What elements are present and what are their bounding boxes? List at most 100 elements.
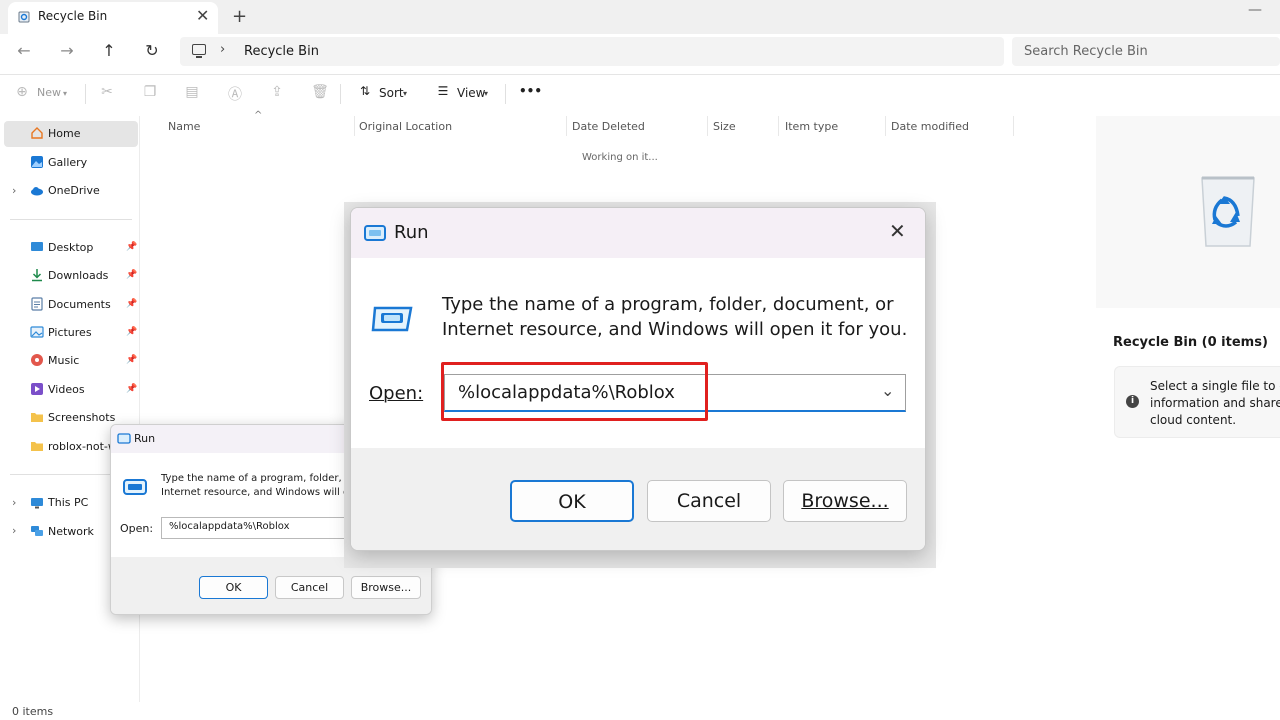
sidebar-item-label: This PC	[48, 496, 89, 509]
recycle-bin-large-icon	[1201, 176, 1255, 247]
toolbar-divider	[505, 84, 506, 104]
toolbar-divider	[85, 84, 86, 104]
new-button[interactable]: New	[37, 86, 61, 99]
home-icon	[31, 127, 43, 139]
highlight-box	[441, 362, 708, 421]
more-options-button[interactable]: •••	[519, 84, 542, 98]
sidebar-item-label: roblox-not-w	[48, 440, 117, 453]
column-divider[interactable]	[885, 116, 886, 136]
pc-icon	[192, 44, 206, 58]
recycle-bin-icon	[18, 11, 30, 23]
chevron-down-icon: ▾	[484, 89, 489, 98]
column-header-original-location[interactable]: Original Location	[359, 120, 452, 133]
column-divider[interactable]	[1013, 116, 1014, 136]
pin-icon: 📌	[126, 270, 138, 280]
close-icon[interactable]: ✕	[889, 219, 906, 243]
pc-icon	[31, 498, 43, 509]
sidebar-item-label: Network	[48, 525, 94, 538]
browse-button[interactable]: Browse...	[351, 576, 421, 599]
copy-icon[interactable]: ❐	[141, 84, 159, 102]
sidebar-item-label: Music	[48, 354, 80, 367]
dialog-title-bar	[351, 208, 925, 258]
chevron-down-icon[interactable]: ⌄	[881, 381, 894, 400]
column-header-date-deleted[interactable]: Date Deleted	[572, 120, 645, 133]
delete-icon[interactable]: 🗑	[311, 84, 329, 102]
desktop-icon	[31, 242, 43, 251]
run-program-icon	[371, 306, 413, 332]
gallery-icon	[31, 156, 43, 168]
rename-icon[interactable]: Ⓐ	[226, 84, 244, 103]
sidebar-item-label: Downloads	[48, 269, 109, 282]
pin-icon: 📌	[126, 355, 138, 365]
picture-icon	[30, 326, 44, 338]
chevron-down-icon: ▾	[403, 89, 408, 98]
browse-button[interactable]: Browse...	[783, 480, 907, 522]
arrow-left-icon[interactable]: ←	[12, 41, 36, 63]
sidebar-item-label: Gallery	[48, 156, 88, 169]
pin-icon: 📌	[126, 299, 138, 309]
dialog-description-line: Internet resource, and Windows will ope	[161, 487, 362, 498]
sort-ascending-icon: ^	[254, 110, 263, 121]
new-icon: ⊕	[16, 84, 28, 100]
folder-icon	[31, 413, 43, 422]
search-placeholder: Search Recycle Bin	[1024, 44, 1148, 59]
sidebar-item-label: Documents	[48, 298, 111, 311]
chevron-down-icon: ▾	[63, 89, 68, 98]
dialog-title: Run	[134, 432, 156, 445]
arrow-up-icon[interactable]: ↑	[97, 41, 121, 63]
column-header-date-modified[interactable]: Date modified	[891, 120, 969, 133]
sidebar-item-label: Desktop	[48, 241, 94, 254]
refresh-icon[interactable]: ↻	[140, 41, 164, 63]
column-header-item-type[interactable]: Item type	[785, 120, 838, 133]
network-icon	[31, 526, 43, 536]
sidebar-item-label: Home	[48, 127, 81, 140]
minimize-button[interactable]: —	[1248, 2, 1262, 18]
sidebar-item-label: Pictures	[48, 326, 92, 339]
sort-icon: ⇅	[359, 84, 371, 98]
sidebar-item-label: OneDrive	[48, 184, 100, 197]
ok-button[interactable]: OK	[510, 480, 634, 522]
run-icon	[117, 433, 131, 444]
loading-text: Working on it...	[582, 152, 658, 163]
ok-button[interactable]: OK	[199, 576, 268, 599]
details-info-line: information and share y	[1150, 396, 1280, 410]
details-title: Recycle Bin (0 items)	[1113, 335, 1268, 350]
share-icon[interactable]: ⇪	[268, 84, 286, 102]
close-tab-icon[interactable]: ✕	[196, 6, 209, 25]
sidebar-item-label: Screenshots	[48, 411, 116, 424]
arrow-right-icon[interactable]: →	[55, 41, 79, 63]
folder-icon	[31, 442, 43, 451]
column-header-name[interactable]: Name	[168, 120, 200, 133]
document-icon	[31, 297, 43, 311]
column-divider[interactable]	[354, 116, 355, 136]
cancel-button[interactable]: Cancel	[647, 480, 771, 522]
sort-button[interactable]: Sort	[379, 86, 404, 100]
status-bar-count: 0 items	[12, 705, 54, 718]
cloud-icon	[31, 187, 43, 196]
dialog-description-line: Type the name of a program, folder, do	[161, 473, 358, 484]
music-icon	[31, 354, 43, 366]
download-icon	[32, 269, 42, 282]
cancel-button[interactable]: Cancel	[275, 576, 344, 599]
column-header-size[interactable]: Size	[713, 120, 736, 133]
column-divider[interactable]	[778, 116, 779, 136]
breadcrumb-chevron-icon: ›	[220, 42, 226, 57]
breadcrumb[interactable]: Recycle Bin	[244, 44, 319, 59]
browse-button-label: Browse...	[801, 490, 889, 512]
open-label: Open:	[369, 383, 424, 404]
tab-title: Recycle Bin	[38, 9, 108, 23]
paste-icon[interactable]: ▤	[183, 84, 201, 102]
run-icon	[364, 225, 386, 241]
view-button[interactable]: View	[457, 86, 485, 100]
sidebar-item-label: Videos	[48, 383, 85, 396]
open-label: Open:	[120, 522, 154, 535]
new-tab-button[interactable]: +	[232, 6, 247, 27]
column-divider[interactable]	[566, 116, 567, 136]
video-icon	[31, 383, 43, 395]
sidebar-divider	[10, 219, 132, 220]
column-divider[interactable]	[707, 116, 708, 136]
toolbar-divider	[340, 84, 341, 104]
open-input-value: %localappdata%\Roblox	[169, 521, 290, 532]
cut-icon[interactable]: ✂	[98, 84, 116, 102]
details-info-line: cloud content.	[1150, 413, 1237, 427]
